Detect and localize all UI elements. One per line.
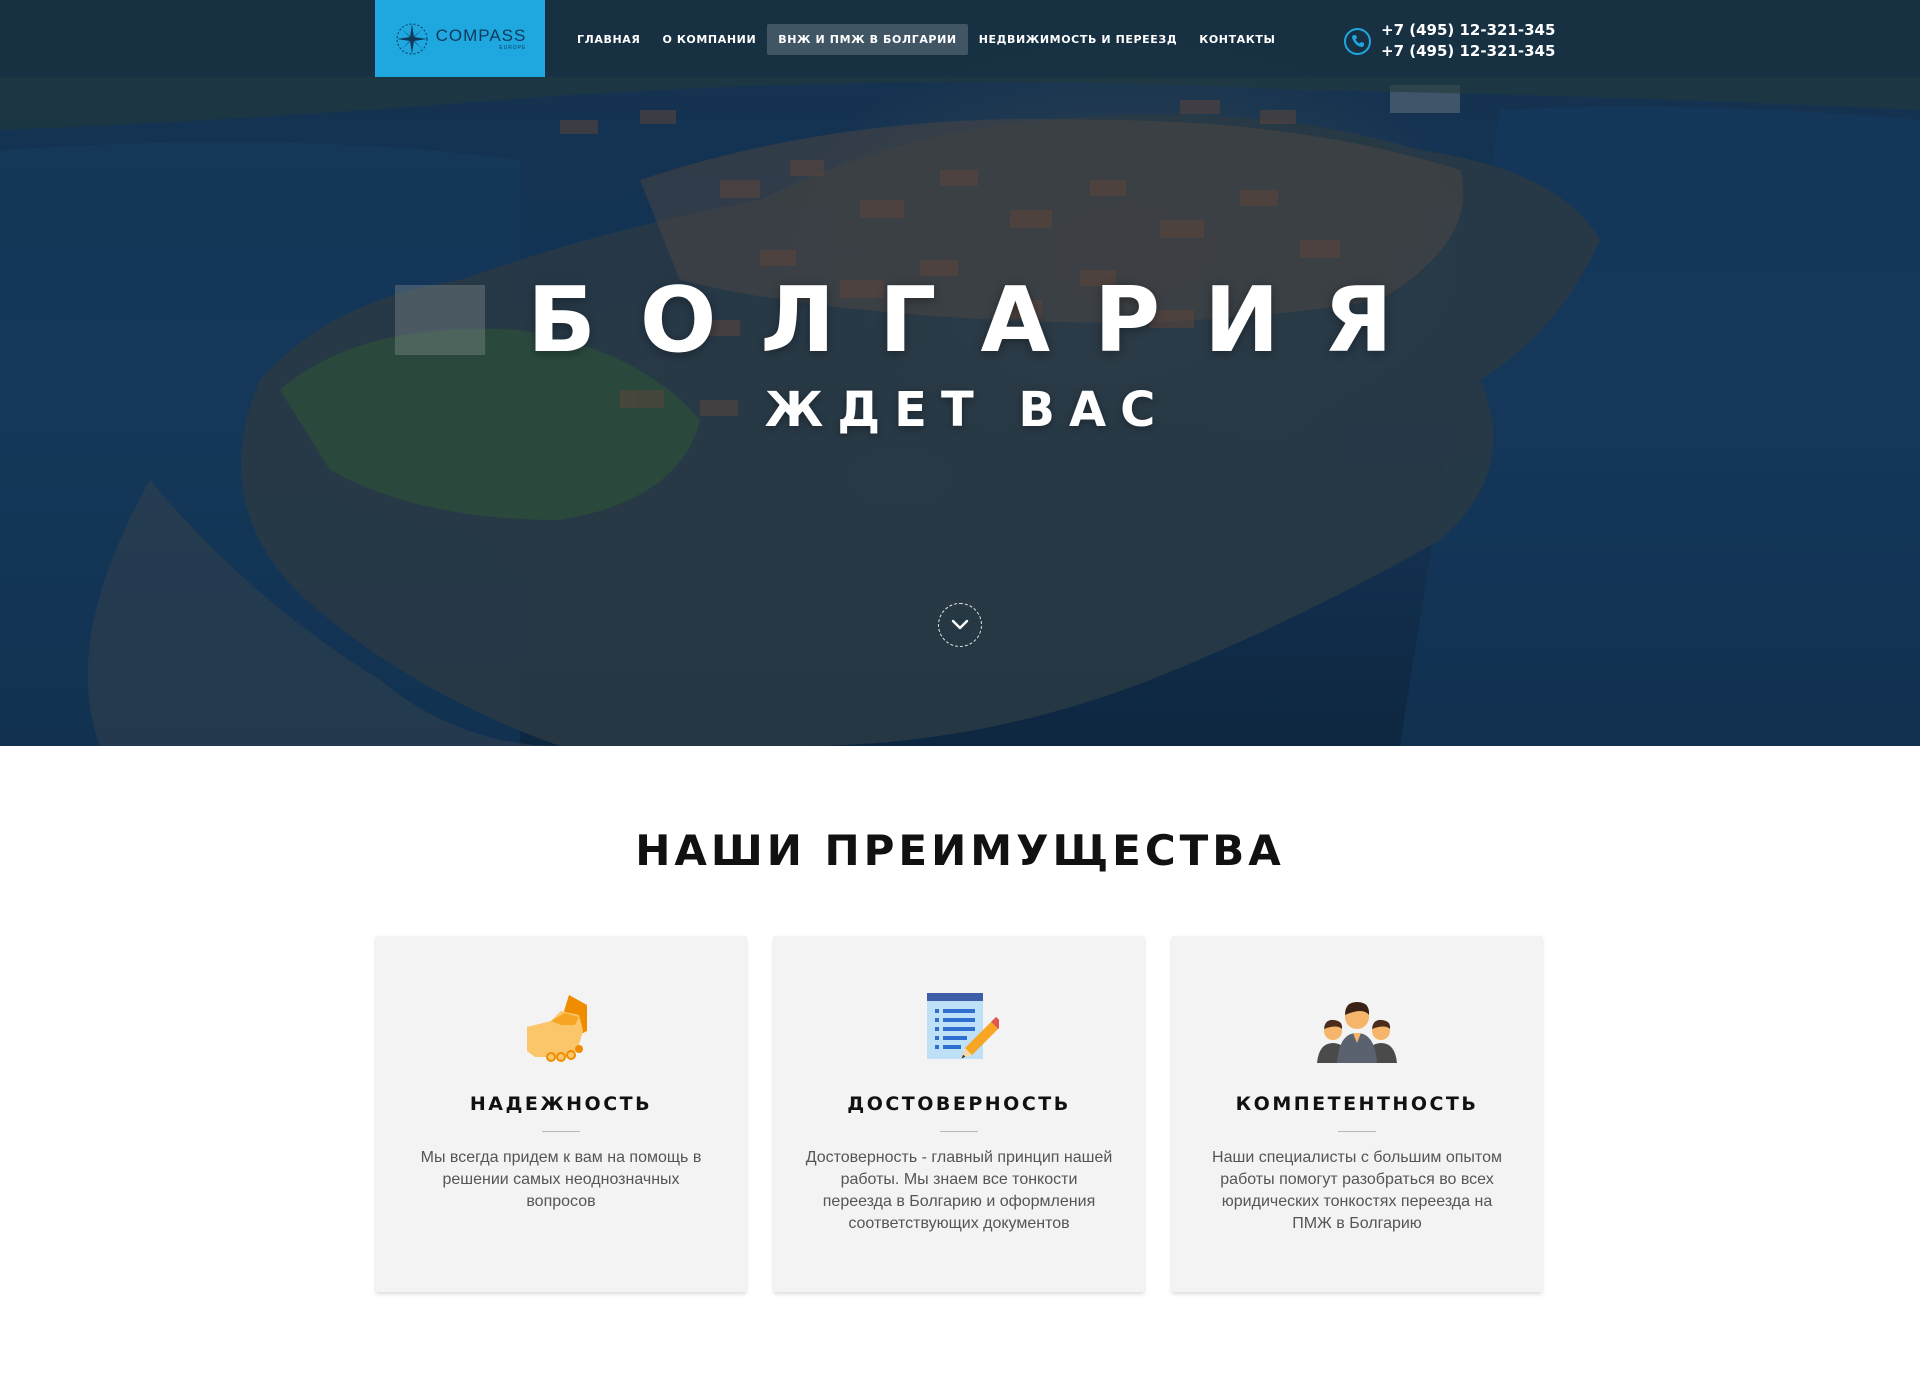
card-divider [940, 1131, 978, 1132]
logo-name: COMPASS [435, 25, 527, 45]
top-navbar: COMPASS EUROPE ГЛАВНАЯ О КОМПАНИИ ВНЖ И … [0, 0, 1920, 77]
nav-item-about[interactable]: О КОМПАНИИ [651, 24, 767, 55]
phone-number-2[interactable]: +7 (495) 12-321-345 [1381, 41, 1555, 62]
hero-section: БОЛГАРИЯ ЖДЕТ ВАС [0, 0, 1920, 746]
nav-item-contacts[interactable]: КОНТАКТЫ [1188, 24, 1286, 55]
nav-item-residence[interactable]: ВНЖ И ПМЖ В БОЛГАРИИ [767, 24, 968, 55]
logo[interactable]: COMPASS EUROPE [375, 0, 545, 77]
scroll-down-button[interactable] [938, 603, 982, 647]
advantages-title: НАШИ ПРЕИМУЩЕСТВА [635, 826, 1285, 875]
card-title: ДОСТОВЕРНОСТЬ [847, 1093, 1071, 1115]
advantage-card-competence: КОМПЕТЕНТНОСТЬ Наши специалисты с больши… [1172, 936, 1542, 1292]
hero-subtitle: ЖДЕТ ВАС [764, 382, 1170, 438]
advantage-card-reliability: НАДЕЖНОСТЬ Мы всегда придем к вам на пом… [376, 936, 746, 1292]
card-text: Наши специалисты с большим опытом работы… [1212, 1149, 1502, 1232]
document-pencil-icon [927, 993, 999, 1059]
phone-icon [1344, 27, 1371, 55]
card-divider [542, 1131, 580, 1132]
nav-item-realestate[interactable]: НЕДВИЖИМОСТЬ И ПЕРЕЕЗД [968, 24, 1189, 55]
advantages-cards: НАДЕЖНОСТЬ Мы всегда придем к вам на пом… [376, 936, 1542, 1292]
card-title: КОМПЕТЕНТНОСТЬ [1235, 1093, 1479, 1115]
phone-block: +7 (495) 12-321-345 +7 (495) 12-321-345 [1344, 20, 1555, 62]
nav-item-home[interactable]: ГЛАВНАЯ [566, 24, 651, 55]
main-menu: ГЛАВНАЯ О КОМПАНИИ ВНЖ И ПМЖ В БОЛГАРИИ … [566, 24, 1287, 55]
card-title: НАДЕЖНОСТЬ [469, 1093, 653, 1115]
phone-number-1[interactable]: +7 (495) 12-321-345 [1381, 20, 1555, 41]
logo-subtitle: EUROPE [499, 44, 527, 51]
compass-logo-icon [396, 23, 428, 54]
card-divider [1338, 1131, 1376, 1132]
handshake-icon [527, 995, 587, 1062]
card-text: Достоверность - главный принцип нашей ра… [805, 1149, 1113, 1232]
hero-title: БОЛГАРИЯ [527, 268, 1437, 373]
card-text: Мы всегда придем к вам на помощь в решен… [420, 1149, 702, 1210]
advantage-card-accuracy: ДОСТОВЕРНОСТЬ Достоверность - главный пр… [774, 936, 1144, 1292]
team-icon [1317, 1002, 1397, 1063]
chevron-down-icon [951, 619, 969, 630]
